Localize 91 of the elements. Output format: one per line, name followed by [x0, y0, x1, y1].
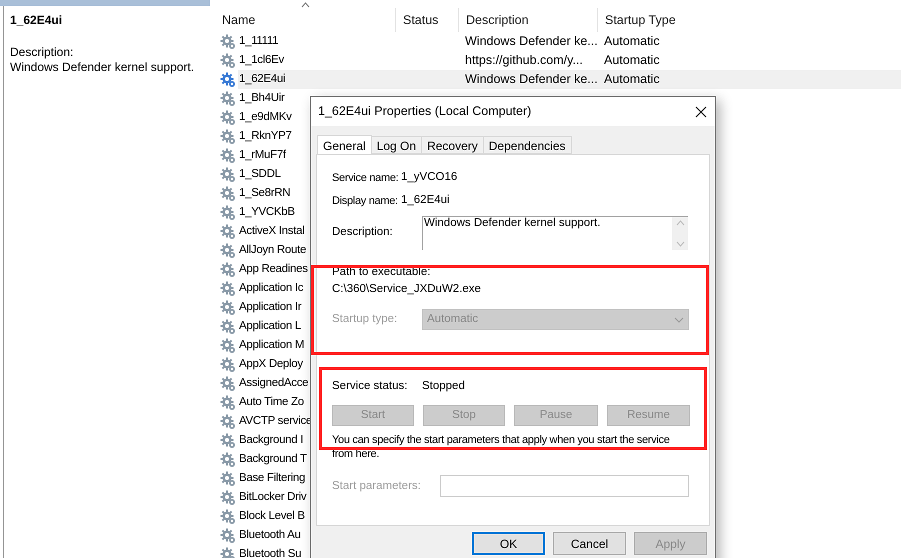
tab[interactable]: Log On: [370, 136, 422, 154]
service-name[interactable]: 1_e9dMKv: [238, 108, 292, 127]
column-header[interactable]: Status: [395, 8, 458, 32]
service-name[interactable]: Application Ir: [238, 298, 302, 317]
column-header[interactable]: Name: [212, 8, 395, 32]
service-name[interactable]: Application Ic: [238, 279, 304, 298]
column-header[interactable]: Startup Type: [597, 8, 717, 32]
description-text: Windows Defender kernel support.: [423, 217, 602, 231]
close-icon[interactable]: [695, 106, 707, 118]
gear-icon: [220, 52, 236, 68]
sort-caret-icon: [301, 2, 310, 8]
service-name[interactable]: 1_SDDL: [238, 165, 281, 184]
table-cell-text: Windows Defender ke...: [464, 71, 597, 88]
service-name[interactable]: 1_Se8rRN: [238, 184, 290, 203]
display-name-value: 1_62E4ui: [401, 193, 450, 208]
startup-type-label: Startup type:: [332, 312, 398, 327]
service-name-value: 1_yVCO16: [401, 170, 458, 186]
gear-icon: [220, 262, 236, 278]
service-name-label: Service name:: [332, 170, 400, 186]
scroll-down-icon[interactable]: [676, 241, 684, 247]
gear-icon: [220, 490, 236, 506]
start-parameters-label: Start parameters:: [332, 478, 422, 494]
gear-icon: [220, 338, 236, 354]
service-name[interactable]: 1_YVCKbB: [238, 203, 295, 222]
hint-text: You can specify the start parameters that apply when you start the service from here.: [332, 433, 671, 462]
service-name[interactable]: 1_RknYP7: [238, 127, 292, 146]
service-name[interactable]: 1_1cl6Ev: [238, 51, 284, 70]
gear-icon: [220, 356, 236, 372]
service-name[interactable]: AllJoyn Route: [238, 241, 306, 260]
display-name-label: Display name:: [332, 194, 399, 209]
service-name[interactable]: Bluetooth Au: [238, 526, 301, 545]
service-name[interactable]: Background I: [238, 431, 304, 450]
dialog-button[interactable]: OK: [472, 532, 545, 555]
gear-icon: [220, 90, 236, 106]
gear-icon: [220, 204, 236, 220]
gear-icon: [220, 546, 236, 558]
service-name[interactable]: Application M: [238, 336, 304, 355]
tab[interactable]: Recovery: [421, 136, 484, 154]
gear-icon: [220, 432, 236, 448]
service-name[interactable]: Block Level B: [238, 507, 305, 526]
dialog-button[interactable]: Cancel: [553, 532, 626, 555]
service-name[interactable]: Auto Time Zo: [238, 393, 304, 412]
gear-icon: [220, 224, 236, 240]
path-value: C:\360\Service_JXDuW2.exe: [332, 282, 482, 297]
gear-icon: [220, 470, 236, 486]
gear-icon: [220, 166, 236, 182]
table-cell-text: Automatic: [603, 52, 660, 70]
service-name[interactable]: Bluetooth Su: [238, 545, 302, 558]
service-status-value: Stopped: [422, 379, 465, 394]
gear-icon: [220, 110, 236, 126]
service-name[interactable]: AssignedAcce: [238, 374, 308, 393]
gear-icon: [220, 34, 236, 50]
gear-icon: [220, 508, 236, 524]
gear-icon: [220, 128, 236, 144]
service-name[interactable]: 1_Bh4Uir: [238, 89, 285, 108]
gear-icon: [220, 280, 236, 296]
chevron-down-icon: [674, 316, 684, 322]
tab[interactable]: General: [317, 135, 372, 155]
service-status-label: Service status:: [332, 379, 408, 394]
gear-icon: [220, 186, 236, 202]
gear-icon: [220, 148, 236, 164]
table-cell-text: Windows Defender ke...: [464, 33, 597, 50]
gear-icon: [220, 376, 236, 392]
table-cell-text: Automatic: [603, 33, 660, 50]
description-label: Description:: [332, 225, 394, 240]
gear-icon: [220, 318, 236, 334]
tab[interactable]: Dependencies: [482, 136, 572, 154]
service-title: 1_62E4ui: [10, 12, 64, 28]
gear-icon: [220, 528, 236, 544]
dialog-title: 1_62E4ui Properties (Local Computer): [318, 103, 532, 120]
service-name[interactable]: Application L: [238, 317, 301, 336]
service-name[interactable]: Base Filtering: [238, 469, 306, 488]
service-name[interactable]: 1_11111: [238, 32, 278, 51]
gear-icon: [220, 452, 236, 468]
gear-icon: [220, 242, 236, 258]
service-name[interactable]: Background T: [238, 450, 307, 469]
service-name[interactable]: 1_rMuF7f: [238, 146, 286, 165]
gear-icon: [220, 72, 236, 88]
description-label: Description:: [10, 45, 74, 60]
table-cell-text: Automatic: [603, 71, 660, 88]
service-name[interactable]: BitLocker Driv: [238, 488, 306, 507]
service-name[interactable]: App Readines: [238, 260, 308, 279]
service-name[interactable]: ActiveX Instal: [238, 222, 304, 241]
gear-icon: [220, 394, 236, 410]
description-text: Windows Defender kernel support.: [10, 60, 196, 75]
column-header[interactable]: Description: [458, 8, 597, 32]
gear-icon: [220, 414, 236, 430]
table-cell-text: https://github.com/y...: [464, 52, 584, 70]
service-name[interactable]: AppX Deploy: [238, 355, 303, 374]
gear-icon: [220, 300, 236, 316]
scroll-up-icon[interactable]: [676, 220, 684, 226]
